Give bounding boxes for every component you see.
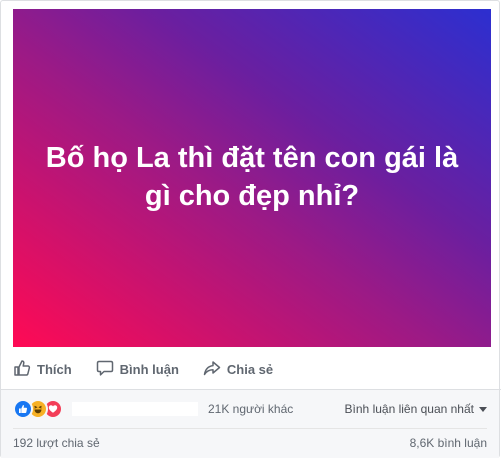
share-arrow-icon — [203, 359, 227, 380]
thumbs-up-icon — [13, 359, 37, 380]
comment-button[interactable]: Bình luận — [96, 359, 179, 380]
share-label: Chia sẻ — [226, 361, 274, 377]
post-text: Bố họ La thì đặt tên con gái là gì cho đ… — [45, 142, 459, 212]
comment-icon — [96, 359, 120, 380]
reactor-names-redacted — [72, 402, 198, 416]
shares-count[interactable]: 192 lượt chia sẻ — [13, 436, 100, 450]
reactions-summary: 21K người khác Bình luận liên quan nhất — [13, 398, 487, 420]
reactions-count[interactable]: 21K người khác — [208, 402, 293, 416]
reaction-icons[interactable] — [13, 399, 63, 419]
like-label: Thích — [37, 361, 72, 377]
comments-count[interactable]: 8,6K bình luận — [410, 436, 487, 450]
like-button[interactable]: Thích — [13, 359, 72, 380]
post-footer: 21K người khác Bình luận liên quan nhất … — [1, 390, 499, 458]
comment-sort-dropdown[interactable]: Bình luận liên quan nhất — [345, 402, 487, 416]
post-background[interactable]: Bố họ La thì đặt tên con gái là gì cho đ… — [13, 9, 491, 347]
like-reaction-icon[interactable] — [13, 399, 33, 419]
post-stats: 192 lượt chia sẻ 8,6K bình luận — [13, 435, 487, 451]
comment-label: Bình luận — [119, 361, 179, 377]
share-button[interactable]: Chia sẻ — [203, 359, 273, 380]
post-actions: Thích Bình luận Chia sẻ — [13, 351, 489, 387]
caret-down-icon — [479, 406, 487, 412]
post-card: Bố họ La thì đặt tên con gái là gì cho đ… — [0, 0, 501, 458]
comment-sort-label: Bình luận liên quan nhất — [344, 402, 474, 416]
divider — [13, 428, 487, 429]
